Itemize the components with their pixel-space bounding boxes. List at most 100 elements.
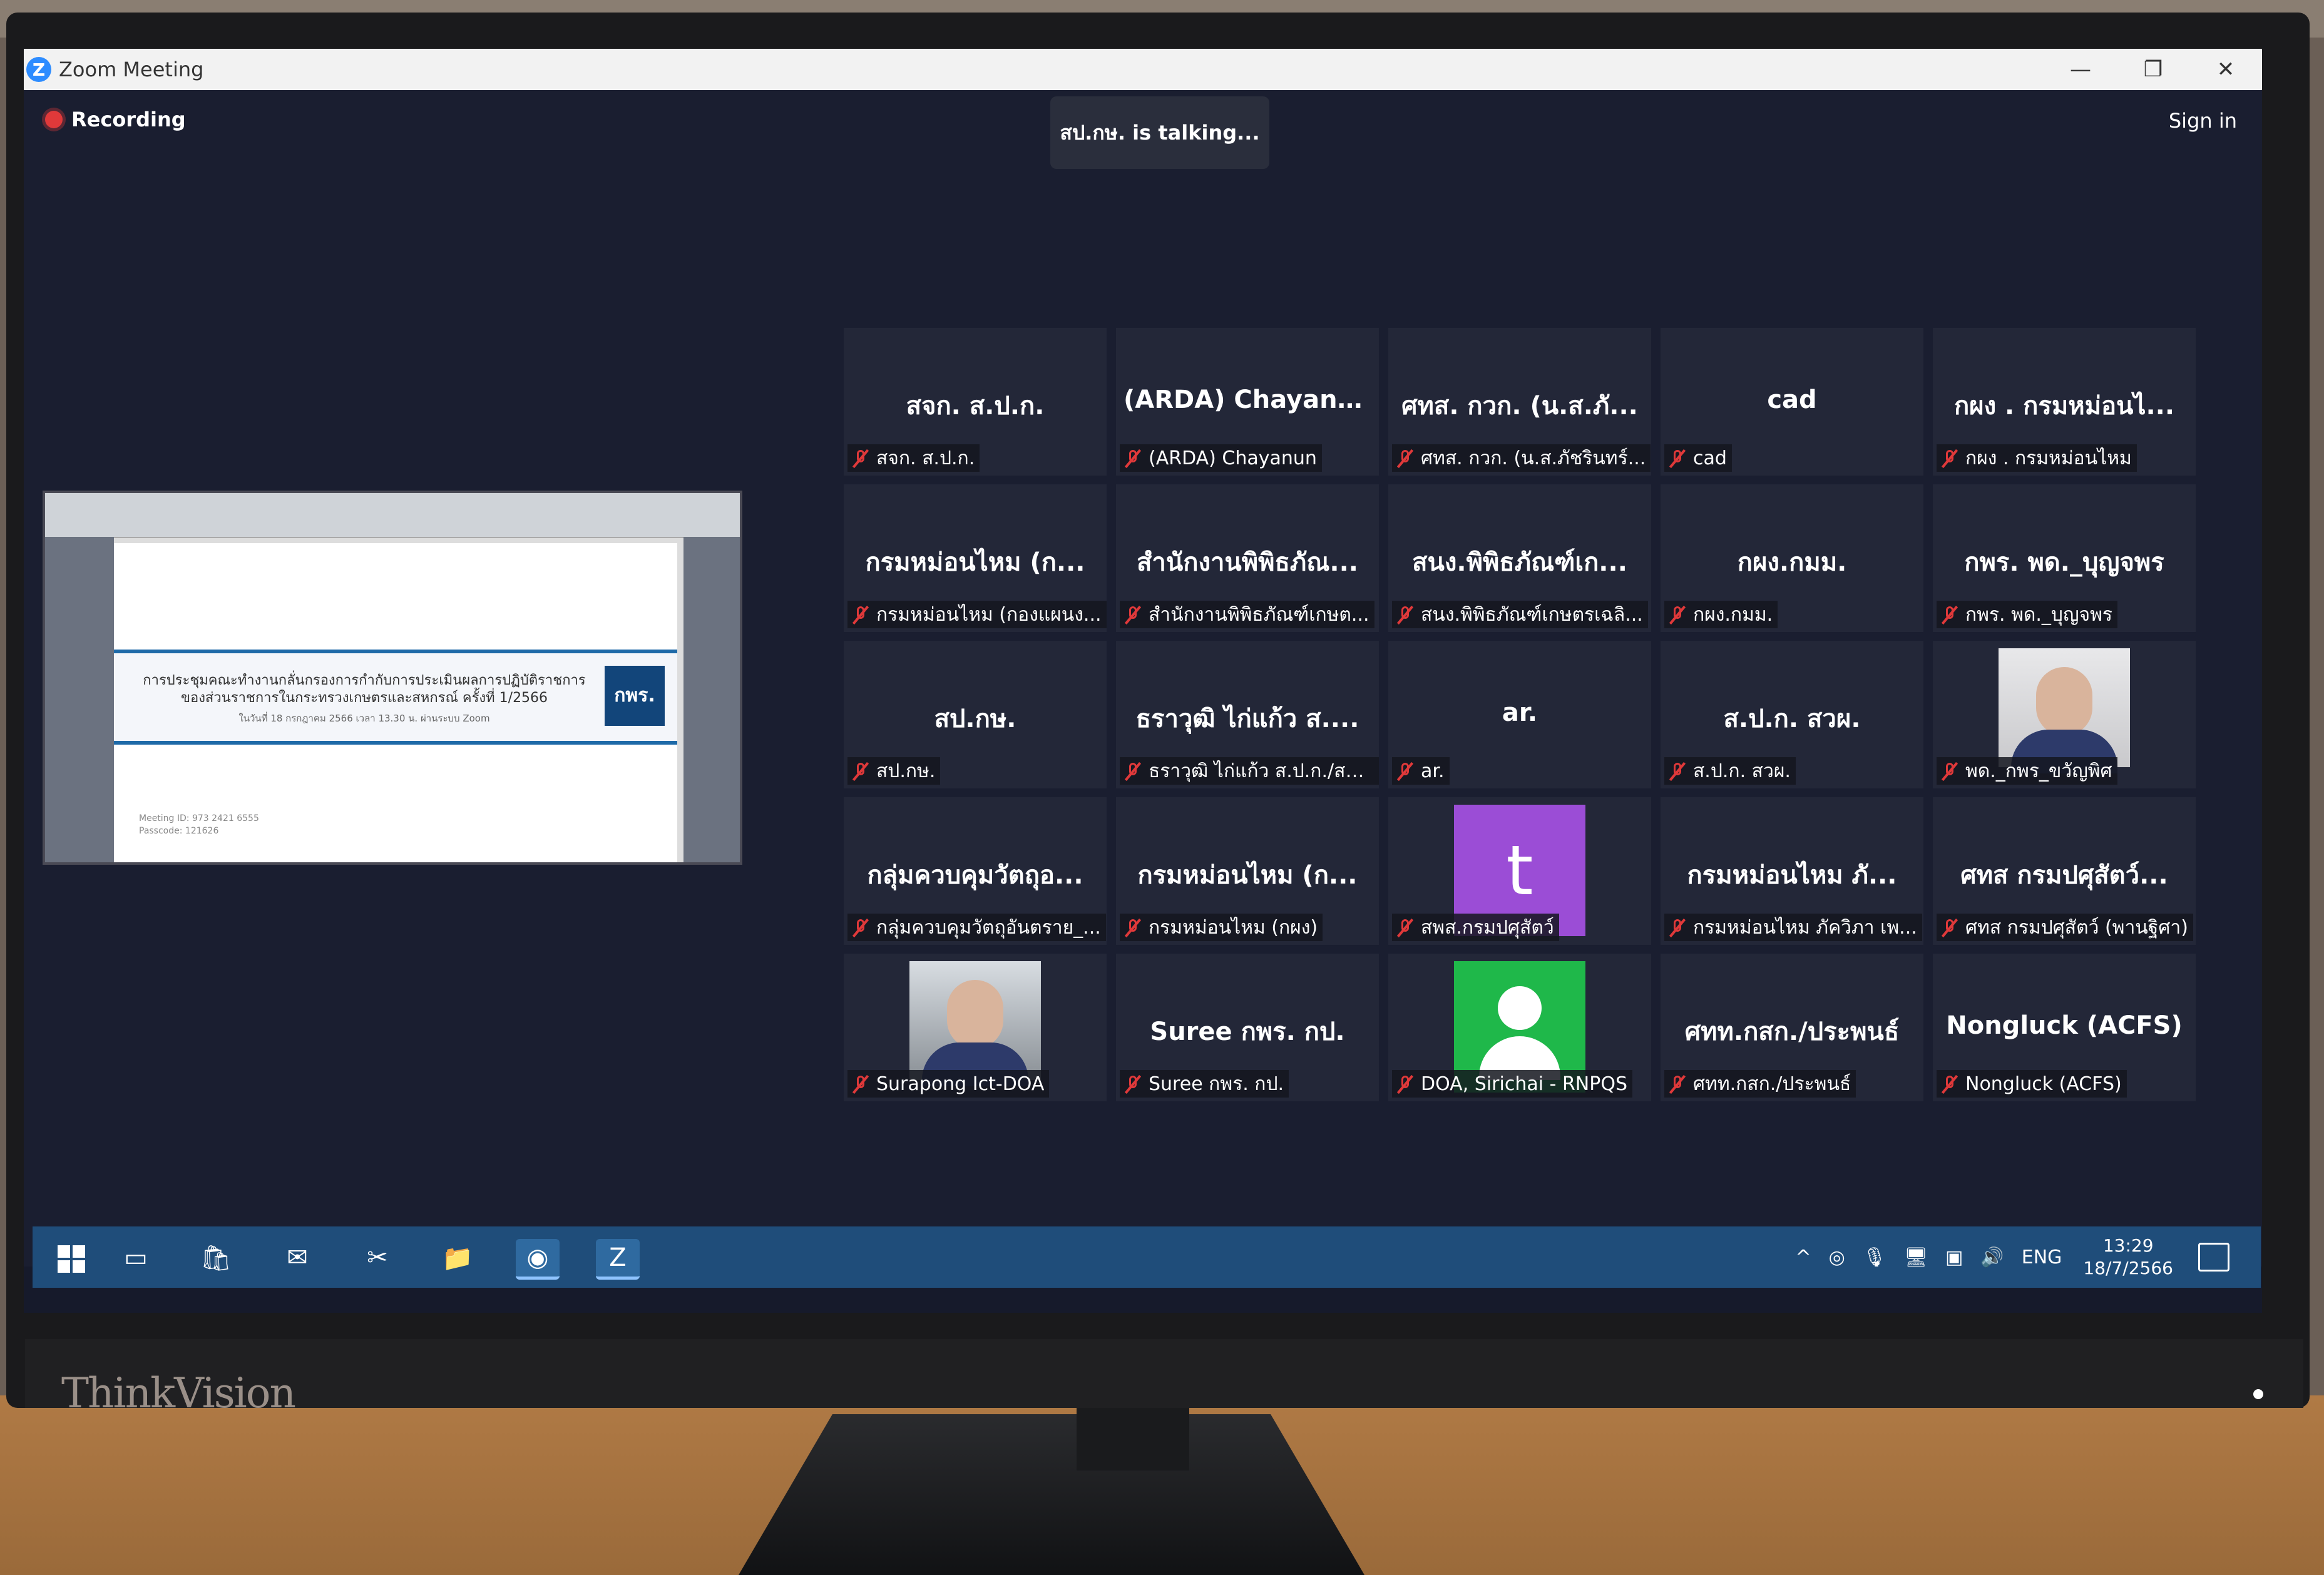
participant-name: Surapong Ict-DOA bbox=[876, 1073, 1045, 1095]
participant-nametag: สำนักงานพิพิธภัณฑ์เกษต... bbox=[1120, 601, 1374, 628]
file-explorer-icon[interactable]: 📁 bbox=[436, 1239, 479, 1277]
mic-muted-icon bbox=[851, 1074, 870, 1093]
chevron-up-icon[interactable]: ^ bbox=[1796, 1246, 1811, 1268]
network-icon[interactable]: 🖥 bbox=[1904, 1246, 1928, 1268]
participant-tile[interactable]: (ARDA) Chayanun (ARDA) Chayanun bbox=[1116, 328, 1379, 476]
participant-display-name: สำนักงานพิพิธภัณ... bbox=[1137, 548, 1358, 577]
participant-nametag: ศทท.กสก./ประพนธ์ bbox=[1664, 1070, 1856, 1098]
participant-tile[interactable]: t สพส.กรมปศุสัตว์ bbox=[1388, 797, 1651, 945]
participant-name: สำนักงานพิพิธภัณฑ์เกษต... bbox=[1149, 603, 1369, 626]
participant-tile[interactable]: Suree กพร. กป. Suree กพร. กป. bbox=[1116, 954, 1379, 1101]
participant-tile[interactable]: ส.ป.ก. สวผ. ส.ป.ก. สวผ. bbox=[1661, 641, 1923, 788]
mic-muted-icon bbox=[1396, 1074, 1415, 1093]
participant-tile[interactable]: ศทท.กสก./ประพนธ์ ศทท.กสก./ประพนธ์ bbox=[1661, 954, 1923, 1101]
mic-muted-icon bbox=[1124, 449, 1142, 467]
mic-muted-icon bbox=[851, 762, 870, 780]
notification-center-icon[interactable] bbox=[2198, 1243, 2229, 1272]
participant-face bbox=[947, 980, 1003, 1049]
mic-muted-icon bbox=[1668, 762, 1687, 780]
shared-document-title-band: การประชุมคณะทำงานกลั่นกรองการกำกับการประ… bbox=[114, 650, 677, 745]
participant-tile[interactable]: สป.กษ. สป.กษ. bbox=[844, 641, 1107, 788]
device-icon[interactable]: ▣ bbox=[1945, 1246, 1963, 1268]
restore-button[interactable]: ❐ bbox=[2117, 49, 2189, 90]
participant-tile[interactable]: กผง . กรมหม่อนไ... กผง . กรมหม่อนไหม bbox=[1933, 328, 2196, 476]
mic-muted-icon bbox=[1396, 762, 1415, 780]
participant-tile[interactable]: ศทส. กวก. (น.ส.ภั... ศทส. กวก. (น.ส.ภัชริ… bbox=[1388, 328, 1651, 476]
mic-muted-icon bbox=[1940, 918, 1959, 937]
participant-nametag: กผง . กรมหม่อนไหม bbox=[1937, 444, 2137, 472]
windows-start-icon[interactable] bbox=[58, 1245, 85, 1273]
close-button[interactable]: ✕ bbox=[2189, 49, 2262, 90]
clock[interactable]: 13:29 18/7/2566 bbox=[2083, 1235, 2173, 1280]
participant-tile[interactable]: สนง.พิพิธภัณฑ์เก... สนง.พิพิธภัณฑ์เกษตรเฉ… bbox=[1388, 484, 1651, 632]
participant-name: พด._กพร_ขวัญพิศ bbox=[1965, 760, 2112, 782]
signin-link[interactable]: Sign in bbox=[2169, 109, 2237, 133]
participant-tile[interactable]: cad cad bbox=[1661, 328, 1923, 476]
record-dot-icon bbox=[45, 111, 63, 128]
snipping-tool-icon[interactable]: ✂ bbox=[356, 1239, 399, 1277]
participant-nametag: ส.ป.ก. สวผ. bbox=[1664, 757, 1796, 785]
participant-tile[interactable]: กลุ่มควบคุมวัตถุอ... กลุ่มควบคุมวัตถุอันต… bbox=[844, 797, 1107, 945]
participant-nametag: กผง.กมม. bbox=[1664, 601, 1778, 628]
window-controls: — ❐ ✕ bbox=[2044, 49, 2262, 90]
avatar-head bbox=[1498, 986, 1542, 1030]
mic-muted-icon bbox=[851, 605, 870, 624]
mic-muted-icon bbox=[1124, 762, 1142, 780]
participant-tile[interactable]: DOA, Sirichai - RNPQS bbox=[1388, 954, 1651, 1101]
webcam-icon[interactable]: ◎ bbox=[1829, 1246, 1845, 1268]
participant-nametag: สพส.กรมปศุสัตว์ bbox=[1392, 914, 1559, 941]
participant-name: cad bbox=[1693, 447, 1727, 469]
participant-tile[interactable]: กผง.กมม. กผง.กมม. bbox=[1661, 484, 1923, 632]
mail-icon[interactable]: ✉ bbox=[275, 1239, 319, 1277]
mic-muted-icon bbox=[1124, 605, 1142, 624]
shared-screen-thumbnail[interactable]: การประชุมคณะทำงานกลั่นกรองการกำกับการประ… bbox=[43, 491, 742, 865]
task-view-icon[interactable]: ▭ bbox=[114, 1239, 158, 1277]
microphone-icon[interactable]: 🎙 bbox=[1863, 1246, 1886, 1268]
minimize-button[interactable]: — bbox=[2044, 49, 2117, 90]
participant-tile[interactable]: สจก. ส.ป.ก. สจก. ส.ป.ก. bbox=[844, 328, 1107, 476]
participant-display-name: กผง . กรมหม่อนไ... bbox=[1953, 392, 2175, 421]
participant-tile[interactable]: ar. ar. bbox=[1388, 641, 1651, 788]
participant-name: กผง.กมม. bbox=[1693, 603, 1773, 626]
window-titlebar: Z Zoom Meeting — ❐ ✕ bbox=[24, 49, 2262, 90]
participant-tile[interactable]: Nongluck (ACFS) Nongluck (ACFS) bbox=[1933, 954, 2196, 1101]
participant-tile[interactable]: กรมหม่อนไหม (ก... กรมหม่อนไหม (กผง) bbox=[1116, 797, 1379, 945]
recording-indicator[interactable]: Recording bbox=[45, 108, 186, 131]
meeting-stage: Recording สป.กษ. is talking... Sign in ก… bbox=[24, 90, 2262, 1267]
participant-nametag: ธราวุฒิ ไก่แก้ว ส.ป.ก./สพ... bbox=[1120, 757, 1379, 785]
participant-nametag: ศทส. กวก. (น.ส.ภัชรินทร์... bbox=[1392, 444, 1651, 472]
participant-tile[interactable]: ธราวุฒิ ไก่แก้ว ส.... ธราวุฒิ ไก่แก้ว ส.ป… bbox=[1116, 641, 1379, 788]
participant-name: ส.ป.ก. สวผ. bbox=[1693, 760, 1791, 782]
participant-tile[interactable]: สำนักงานพิพิธภัณ... สำนักงานพิพิธภัณฑ์เกษ… bbox=[1116, 484, 1379, 632]
zoom-taskbar-icon[interactable]: Z bbox=[596, 1239, 640, 1280]
shared-viewer-sidebar-right bbox=[683, 537, 740, 862]
volume-icon[interactable]: 🔊 bbox=[1980, 1246, 2004, 1268]
participant-nametag: Surapong Ict-DOA bbox=[847, 1070, 1050, 1098]
participant-tile[interactable]: พด._กพร_ขวัญพิศ bbox=[1933, 641, 2196, 788]
participant-tile[interactable]: กรมหม่อนไหม (ก... กรมหม่อนไหม (กองแผนง... bbox=[844, 484, 1107, 632]
participant-display-name: ศทท.กสก./ประพนธ์ bbox=[1684, 1017, 1900, 1046]
participant-nametag: สนง.พิพิธภัณฑ์เกษตรเฉลิ... bbox=[1392, 601, 1648, 628]
participant-display-name: กรมหม่อนไหม (ก... bbox=[1137, 861, 1358, 890]
opdc-logo-icon: กพร. bbox=[605, 666, 665, 726]
participant-tile[interactable]: กรมหม่อนไหม ภั... กรมหม่อนไหม ภัควิภา เพ.… bbox=[1661, 797, 1923, 945]
participant-display-name: ศทส กรมปศุสัตว์... bbox=[1960, 861, 2168, 890]
store-icon[interactable]: 🛍 bbox=[194, 1239, 238, 1277]
webex-icon[interactable]: ◉ bbox=[516, 1239, 560, 1280]
participant-tile[interactable]: Surapong Ict-DOA bbox=[844, 954, 1107, 1101]
participant-nametag: ar. bbox=[1392, 757, 1450, 785]
monitor-chin bbox=[25, 1339, 2303, 1408]
input-language[interactable]: ENG bbox=[2022, 1246, 2062, 1268]
mic-muted-icon bbox=[851, 918, 870, 937]
participant-nametag: cad bbox=[1664, 444, 1732, 472]
windows-taskbar: ▭ 🛍 ✉ ✂ 📁 ◉ Z ^ ◎ 🎙 🖥 ▣ 🔊 ENG 13:29 18/7… bbox=[33, 1226, 2261, 1288]
shared-viewer-sidebar bbox=[45, 537, 114, 862]
participant-tile[interactable]: ศทส กรมปศุสัตว์... ศทส กรมปศุสัตว์ (พานฐิ… bbox=[1933, 797, 2196, 945]
mic-muted-icon bbox=[1940, 605, 1959, 624]
participant-tile[interactable]: กพร. พด._บุญจพร กพร. พด._บุญจพร bbox=[1933, 484, 2196, 632]
participant-display-name: สนง.พิพิธภัณฑ์เก... bbox=[1412, 548, 1627, 577]
participant-nametag: กรมหม่อนไหม (กผง) bbox=[1120, 914, 1323, 941]
screen: Z Zoom Meeting — ❐ ✕ Recording สป.กษ. is… bbox=[24, 49, 2262, 1313]
mic-muted-icon bbox=[1124, 1074, 1142, 1093]
shared-document-meeting-info: Meeting ID: 973 2421 6555 Passcode: 1216… bbox=[139, 812, 259, 837]
